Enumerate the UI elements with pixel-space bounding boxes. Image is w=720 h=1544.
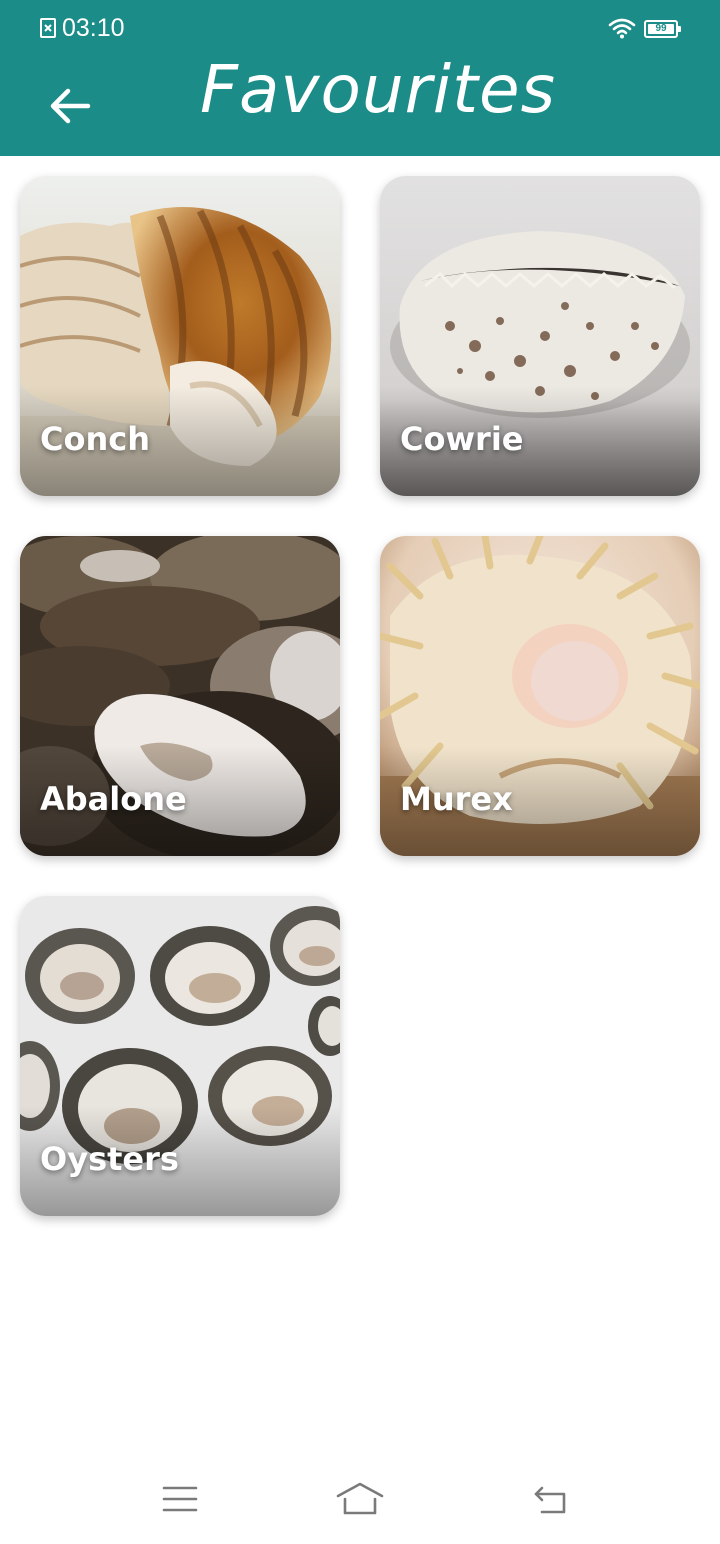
status-bar: 03:10 99: [0, 0, 720, 56]
battery-level: 99: [648, 24, 674, 34]
system-nav-bar: [0, 1460, 720, 1544]
card-abalone[interactable]: Abalone: [20, 536, 340, 856]
back-button[interactable]: [40, 76, 100, 136]
card-conch[interactable]: Conch: [20, 176, 340, 496]
favourites-screen: 03:10 99 Favourites Conch Cowrie Abalone…: [0, 0, 720, 1544]
battery-icon: 99: [644, 20, 681, 38]
card-murex[interactable]: Murex: [380, 536, 700, 856]
back-icon: [534, 1486, 566, 1514]
arrow-left-icon: [50, 88, 91, 124]
page-title: Favourites: [200, 51, 557, 128]
menu-icon: [162, 1486, 198, 1512]
back-nav-button[interactable]: [520, 1474, 580, 1524]
card-label: Cowrie: [400, 420, 524, 458]
card-label: Murex: [400, 780, 513, 818]
card-label: Oysters: [40, 1140, 179, 1178]
home-button[interactable]: [330, 1474, 390, 1524]
sim-alert-icon: [40, 18, 56, 38]
card-cowrie[interactable]: Cowrie: [380, 176, 700, 496]
home-icon: [336, 1482, 384, 1515]
card-oysters[interactable]: Oysters: [20, 896, 340, 1216]
wifi-icon: [608, 18, 636, 39]
menu-button[interactable]: [150, 1474, 210, 1524]
app-bar: 03:10 99 Favourites: [0, 0, 720, 156]
status-time: 03:10: [62, 14, 125, 42]
card-label: Abalone: [40, 780, 187, 818]
card-label: Conch: [40, 420, 150, 458]
